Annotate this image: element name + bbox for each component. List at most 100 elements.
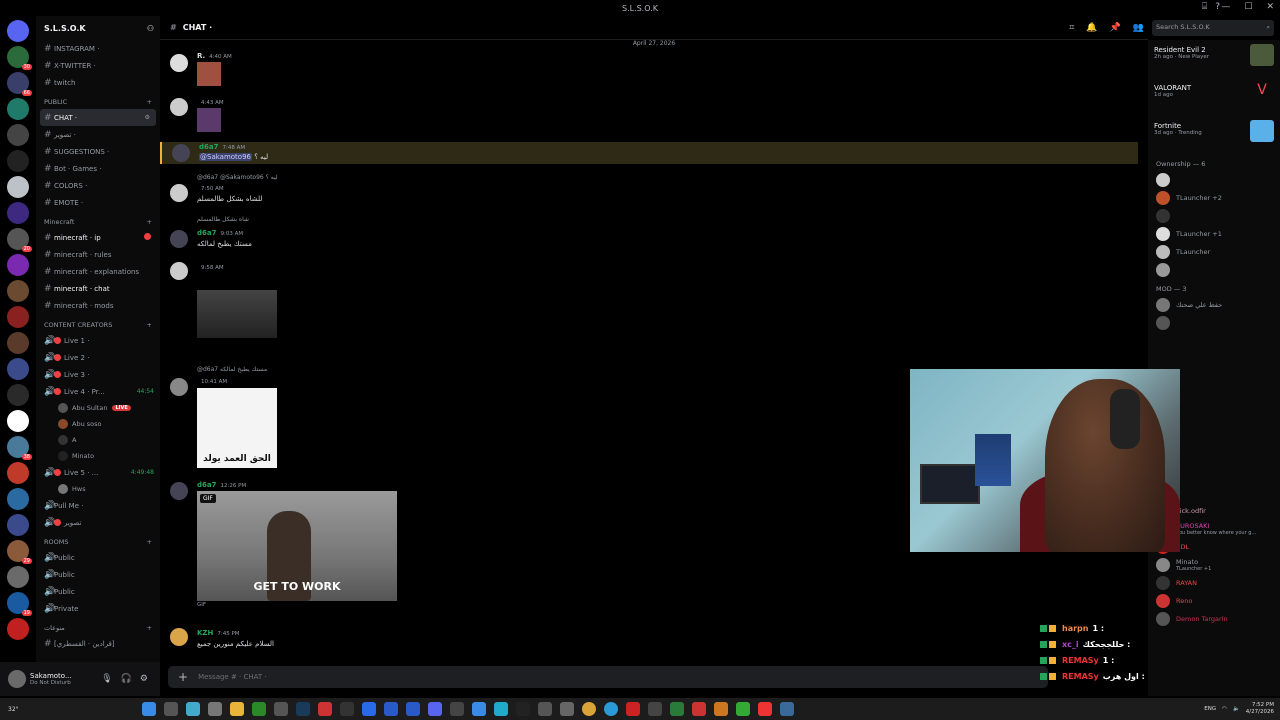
channel-minecraft-rules[interactable]: # minecraft · rules: [36, 246, 160, 263]
volume-icon[interactable]: 🔈: [1233, 706, 1240, 712]
server-icon[interactable]: [7, 254, 29, 276]
app-icon[interactable]: [406, 702, 420, 716]
message-input[interactable]: + Message # · CHAT ·: [168, 666, 1048, 688]
server-icon[interactable]: [7, 332, 29, 354]
server-icon[interactable]: [7, 202, 29, 224]
voice-user[interactable]: A: [36, 432, 160, 448]
message[interactable]: KZH 7:45 PM السلام عليكم منورين جميع: [160, 628, 1138, 654]
image-attachment[interactable]: [197, 290, 277, 338]
file-explorer-icon[interactable]: [230, 702, 244, 716]
channel-colors[interactable]: # COLORS ·: [36, 177, 160, 194]
channel-x-twitter[interactable]: # X-TWITTER ·: [36, 57, 160, 74]
tiktok-icon[interactable]: [516, 702, 530, 716]
discord-icon[interactable]: [428, 702, 442, 716]
clock[interactable]: 7:52 PM 4/27/2026: [1246, 702, 1274, 715]
message[interactable]: @d6a7 @Sakamoto96 ليه ؟ 7:50 AM للشاه بش…: [160, 174, 1138, 208]
reply-preview[interactable]: شاه بشكل طالمسلم: [197, 216, 249, 223]
search-input[interactable]: Search S.L.S.O.K ⌕: [1152, 20, 1274, 36]
app-icon[interactable]: [494, 702, 508, 716]
member-item[interactable]: [1148, 171, 1280, 189]
server-icon[interactable]: [7, 462, 29, 484]
voice-room-public[interactable]: 🔊 Public: [36, 566, 160, 583]
folder-icon[interactable]: [7, 358, 29, 380]
voice-user[interactable]: Minato: [36, 448, 160, 464]
wifi-icon[interactable]: ◠: [1222, 706, 1227, 712]
channel-bot-games[interactable]: # Bot · Games ·: [36, 160, 160, 177]
threads-icon[interactable]: ⌗: [1069, 23, 1074, 33]
server-icon[interactable]: 30: [7, 46, 32, 70]
app-icon[interactable]: [362, 702, 376, 716]
app-icon[interactable]: [648, 702, 662, 716]
avatar[interactable]: [170, 482, 188, 500]
edge-icon[interactable]: [604, 702, 618, 716]
app-icon[interactable]: [450, 702, 464, 716]
channel-suggestions[interactable]: # SUGGESTIONS ·: [36, 143, 160, 160]
message[interactable]: 9:58 AM: [160, 262, 1138, 342]
message-author[interactable]: d6a7: [197, 229, 216, 237]
category-minecraft[interactable]: Minecraft +: [36, 211, 160, 229]
message-author[interactable]: R.: [197, 52, 205, 60]
message[interactable]: d6a7 9:03 AM مستك يطبخ لمالكه: [160, 228, 1138, 254]
app-icon[interactable]: [736, 702, 750, 716]
server-header[interactable]: S.L.S.O.K ⚇: [36, 16, 160, 40]
voice-user[interactable]: Abu Sultan LIVE: [36, 400, 160, 416]
app-icon[interactable]: [340, 702, 354, 716]
server-icon[interactable]: 20: [7, 228, 32, 252]
category-public[interactable]: PUBLIC +: [36, 91, 160, 109]
settings-icon[interactable]: ⚙: [140, 674, 148, 684]
user-mention[interactable]: @Sakamoto96: [199, 153, 252, 161]
category-content-creators[interactable]: CONTENT CREATORS +: [36, 314, 160, 332]
member-item[interactable]: [1148, 261, 1280, 279]
server-icon[interactable]: 38: [7, 436, 32, 460]
avatar[interactable]: [170, 184, 188, 202]
message-mention[interactable]: d6a7 7:48 AM @Sakamoto96 ليه ؟: [160, 142, 1138, 164]
add-member-icon[interactable]: ⚇: [147, 24, 154, 33]
avatar[interactable]: [170, 262, 188, 280]
avatar[interactable]: [170, 98, 188, 116]
chrome-icon[interactable]: [582, 702, 596, 716]
voice-channel-photos[interactable]: 🔊 تصوير: [36, 514, 160, 531]
server-icon[interactable]: [7, 280, 29, 302]
voice-channel-live-2[interactable]: 🔊 Live 2 ·: [36, 349, 160, 366]
meme-image[interactable]: الحق العمد يولد: [197, 388, 277, 468]
add-attachment-icon[interactable]: +: [178, 670, 188, 684]
member-item[interactable]: TLauncher +1: [1148, 225, 1280, 243]
server-icon[interactable]: [7, 410, 29, 432]
search-icon[interactable]: [164, 702, 178, 716]
app-icon[interactable]: [274, 702, 288, 716]
channel-minecraft-explanations[interactable]: # minecraft · explanations: [36, 263, 160, 280]
app-icon[interactable]: [472, 702, 486, 716]
category-rooms[interactable]: ROOMS +: [36, 531, 160, 549]
member-item[interactable]: حفظ علي صحتك: [1148, 296, 1280, 314]
folder-icon[interactable]: [7, 514, 29, 536]
avatar[interactable]: [170, 378, 188, 396]
close-button[interactable]: ✕: [1266, 2, 1274, 12]
add-channel-icon[interactable]: +: [147, 218, 152, 226]
member-item[interactable]: RAYAN: [1148, 574, 1280, 592]
voice-channel-live-1[interactable]: 🔊 Live 1 ·: [36, 332, 160, 349]
app-icon[interactable]: [318, 702, 332, 716]
add-channel-icon[interactable]: +: [147, 624, 152, 632]
avatar[interactable]: [170, 230, 188, 248]
voice-user[interactable]: Abu soso: [36, 416, 160, 432]
message[interactable]: R. 4:40 AM: [160, 50, 1138, 90]
member-item[interactable]: Reno: [1148, 592, 1280, 610]
sticker-image[interactable]: [197, 108, 221, 132]
bell-icon[interactable]: 🔔: [1086, 23, 1097, 33]
voice-room-public[interactable]: 🔊 Public: [36, 583, 160, 600]
channel-minecraft-chat[interactable]: # minecraft · chat: [36, 280, 160, 297]
add-channel-icon[interactable]: +: [147, 321, 152, 329]
task-view-icon[interactable]: [208, 702, 222, 716]
settings-icon[interactable]: ⚙: [145, 114, 150, 121]
voice-room-private[interactable]: 🔊 Private: [36, 600, 160, 617]
voice-user[interactable]: Hws: [36, 481, 160, 497]
voice-room-public[interactable]: 🔊 Public: [36, 549, 160, 566]
copilot-icon[interactable]: [186, 702, 200, 716]
message-author[interactable]: KZH: [197, 629, 213, 637]
voice-channel-live-3[interactable]: 🔊 Live 3 ·: [36, 366, 160, 383]
message-author[interactable]: d6a7: [199, 143, 218, 151]
server-icon[interactable]: [7, 176, 29, 198]
channel-twitch[interactable]: # twitch: [36, 74, 160, 91]
member-item[interactable]: [1148, 314, 1280, 332]
language-indicator[interactable]: ENG: [1204, 706, 1216, 712]
